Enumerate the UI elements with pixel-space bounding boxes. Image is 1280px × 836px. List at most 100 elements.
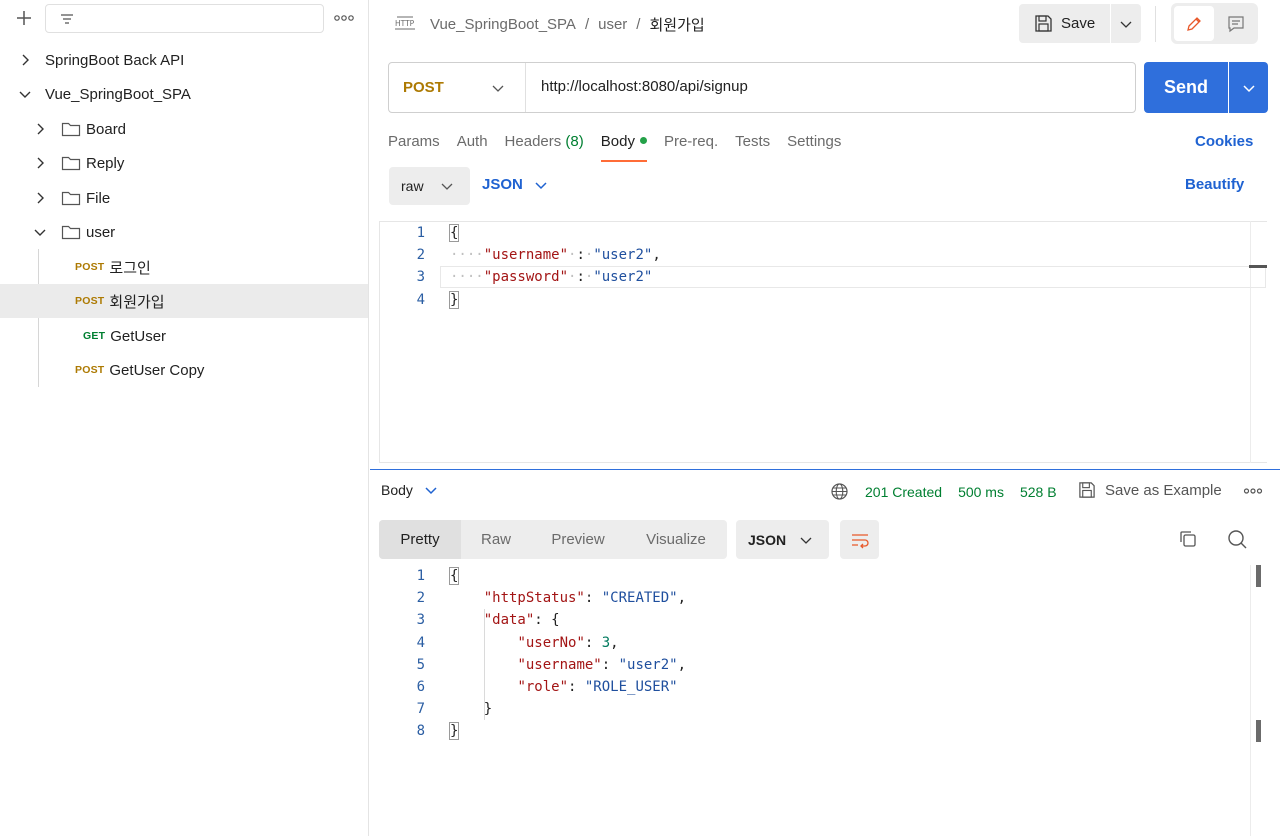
chevron-down-icon: [1120, 21, 1132, 28]
scrollbar-marker: [1256, 720, 1261, 742]
tab-prereq[interactable]: Pre-req.: [664, 128, 718, 162]
line-number: 1: [416, 225, 425, 241]
tab-label: Headers: [504, 133, 562, 150]
tree-folder-reply[interactable]: Reply: [0, 146, 368, 180]
more-options-icon[interactable]: [1243, 486, 1263, 496]
code-line: "httpStatus": "CREATED",: [483, 590, 687, 606]
tab-params[interactable]: Params: [388, 128, 440, 162]
beautify-button[interactable]: Beautify: [1185, 176, 1244, 193]
save-icon: [1035, 15, 1052, 32]
tree-folder-user[interactable]: user: [0, 215, 368, 249]
breadcrumb-separator: /: [584, 16, 590, 33]
line-number: 2: [416, 590, 425, 606]
chevron-down-icon: [492, 85, 504, 92]
breadcrumb-request[interactable]: 회원가입: [649, 14, 704, 35]
send-button[interactable]: Send: [1144, 62, 1228, 113]
tree-label: Reply: [86, 154, 125, 172]
save-as-example-label: Save as Example: [1105, 481, 1222, 499]
save-as-example-button[interactable]: Save as Example: [1078, 481, 1222, 499]
tree-folder-file[interactable]: File: [0, 181, 368, 215]
chevron-down-icon: [535, 181, 547, 189]
json-value: "CREATED": [601, 590, 678, 606]
code-line: "role": "ROLE_USER": [517, 679, 678, 695]
tree-folder-board[interactable]: Board: [0, 112, 368, 146]
method-badge: POST: [75, 261, 105, 273]
method-badge: GET: [83, 330, 106, 342]
app-window: SpringBoot Back API Vue_SpringBoot_SPA B…: [0, 0, 1280, 836]
tree-label: File: [86, 189, 111, 207]
status-code[interactable]: 201 Created: [865, 484, 942, 500]
response-scrollbar[interactable]: [1250, 565, 1268, 836]
view-raw[interactable]: Raw: [461, 520, 531, 559]
view-pretty[interactable]: Pretty: [379, 520, 461, 559]
save-label: Save: [1061, 15, 1096, 32]
globe-icon[interactable]: [830, 482, 849, 501]
tab-headers[interactable]: Headers (8): [505, 128, 584, 162]
chevron-right-icon: [37, 123, 44, 135]
tree-request-getuser-copy[interactable]: POST GetUser Copy: [0, 353, 368, 387]
pane-splitter[interactable]: [370, 469, 1280, 470]
tab-auth[interactable]: Auth: [457, 128, 488, 162]
response-size[interactable]: 528 B: [1020, 484, 1057, 500]
line-number: 6: [416, 679, 425, 695]
view-visualize[interactable]: Visualize: [625, 520, 727, 559]
copy-icon[interactable]: [1178, 529, 1198, 549]
tab-label: Pre-req.: [663, 133, 719, 150]
chevron-down-icon: [1242, 84, 1255, 92]
request-label: 로그인: [109, 259, 151, 277]
save-button[interactable]: Save: [1019, 4, 1110, 43]
edit-mode-button[interactable]: [1174, 6, 1214, 41]
more-options-icon[interactable]: [333, 10, 355, 26]
code-line: "username": "user2",: [517, 657, 687, 673]
request-label: GetUser Copy: [109, 361, 205, 379]
response-format-value: JSON: [748, 531, 787, 548]
code-line: }: [448, 720, 460, 742]
body-language-select[interactable]: JSON: [482, 176, 547, 193]
tab-tests[interactable]: Tests: [735, 128, 770, 162]
response-time[interactable]: 500 ms: [958, 484, 1004, 500]
tab-settings[interactable]: Settings: [787, 128, 841, 162]
sidebar-filter-input[interactable]: [45, 4, 324, 33]
tree-request-login[interactable]: POST 로그인: [0, 250, 368, 284]
plus-icon[interactable]: [12, 6, 36, 30]
tree-request-getuser[interactable]: GET GetUser: [0, 319, 368, 353]
search-icon[interactable]: [1227, 529, 1248, 550]
response-format-select[interactable]: JSON: [736, 520, 829, 559]
comment-icon: [1228, 15, 1244, 32]
json-key: "username": [483, 247, 569, 263]
main-panel: HTTP Vue_SpringBoot_SPA / user / 회원가입 Sa…: [370, 0, 1280, 836]
sidebar-toolbar: [0, 0, 369, 36]
response-section-select[interactable]: Body: [381, 482, 437, 498]
view-preview[interactable]: Preview: [531, 520, 625, 559]
line-number: 4: [416, 292, 425, 308]
url-input[interactable]: [541, 78, 1121, 95]
editor-scrollbar[interactable]: [1250, 221, 1267, 463]
tree-label: Vue_SpringBoot_SPA: [45, 85, 191, 103]
save-dropdown-button[interactable]: [1111, 4, 1141, 43]
scrollbar-marker: [1249, 265, 1267, 268]
tab-label: Tests: [735, 133, 771, 150]
send-dropdown-button[interactable]: [1229, 62, 1268, 113]
tree-collection-vue-springboot-spa[interactable]: Vue_SpringBoot_SPA: [0, 77, 368, 111]
tree-request-signup[interactable]: POST 회원가입: [0, 284, 368, 318]
breadcrumb-folder[interactable]: user: [598, 16, 627, 33]
http-method-select[interactable]: POST: [389, 63, 526, 112]
active-indicator-dot: [639, 136, 647, 144]
tree-collection-springboot-back-api[interactable]: SpringBoot Back API: [0, 43, 368, 77]
body-mode-select[interactable]: raw: [389, 167, 470, 205]
json-key: "username": [517, 657, 602, 673]
cookies-link[interactable]: Cookies: [1195, 133, 1253, 150]
line-number: 7: [416, 701, 425, 717]
response-view-tabs: Pretty Raw Preview Visualize: [379, 520, 727, 559]
http-request-icon: HTTP: [395, 16, 415, 30]
request-label: GetUser: [110, 327, 167, 345]
wrap-lines-button[interactable]: [840, 520, 879, 559]
tab-body[interactable]: Body: [600, 128, 648, 162]
comments-button[interactable]: [1216, 6, 1256, 41]
chevron-down-icon: [800, 537, 812, 544]
tab-label: Params: [388, 133, 440, 150]
folder-icon: [61, 191, 81, 206]
tab-label: Settings: [787, 133, 842, 150]
breadcrumb-collection[interactable]: Vue_SpringBoot_SPA: [430, 16, 576, 33]
headers-count: (8): [565, 133, 584, 150]
